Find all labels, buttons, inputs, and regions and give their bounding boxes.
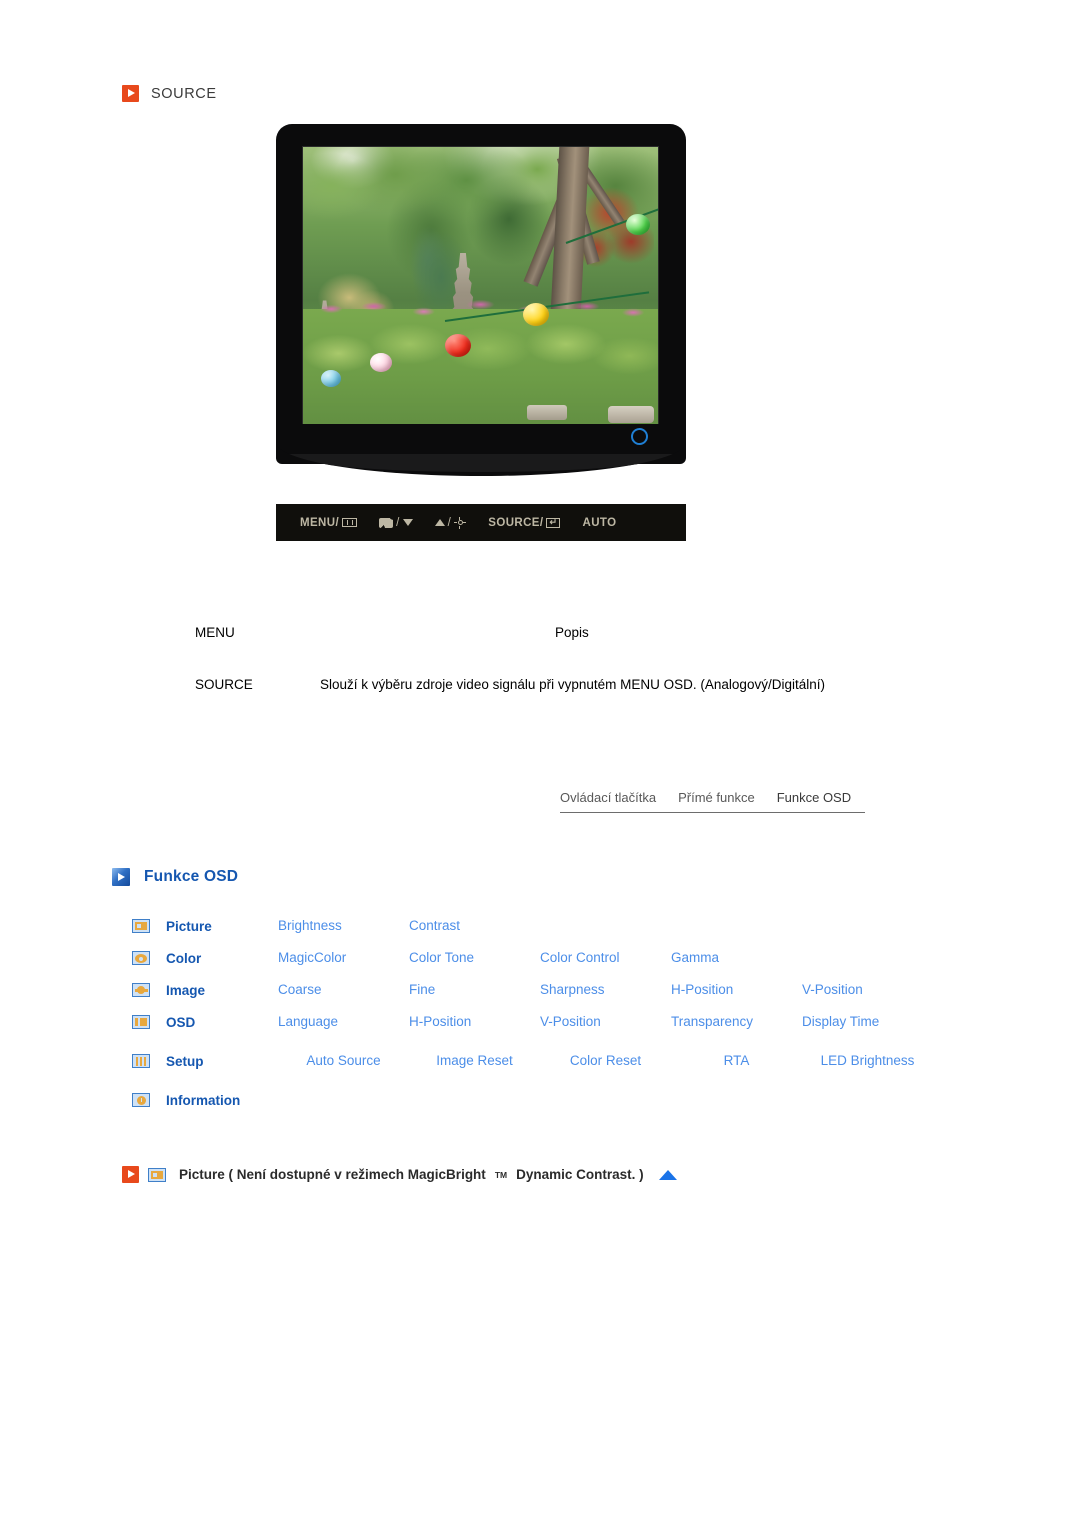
osd-icon [132,1015,150,1029]
scene-stone [608,406,655,424]
menu-button[interactable]: MENU/ [300,516,358,529]
osd-category-color[interactable]: Color [166,951,278,966]
monitor-screen [302,146,659,427]
play-square-icon [122,85,139,102]
table-header-row: MENU Popis [195,625,845,661]
setup-icon [132,1054,150,1068]
brightness-sun-icon [454,516,467,529]
osd-item-rta[interactable]: RTA [671,1053,802,1070]
arrow-up-icon [434,519,445,526]
osd-menu-map: Picture Brightness Contrast Color MagicC… [132,910,962,1116]
tab-prime-funkce[interactable]: Přímé funkce [678,790,755,805]
funkce-osd-title: Funkce OSD [144,868,239,885]
play-square-blue-icon [112,868,130,886]
column-header-menu: MENU [195,625,235,640]
table-row: SOURCE Slouží k výběru zdroje video sign… [195,675,845,695]
scene-lantern [445,333,471,357]
note-superscript: TM [494,1169,508,1180]
source-enter-button[interactable]: SOURCE/ [488,516,561,529]
osd-row-image: Image Coarse Fine Sharpness H-Position V… [132,974,962,1006]
osd-item-transparency[interactable]: Transparency [671,1014,802,1031]
monitor-chin [276,424,686,476]
auto-button[interactable]: AUTO [582,517,616,529]
osd-item-v-position[interactable]: V-Position [540,1014,671,1031]
menu-button-label: MENU/ [300,516,340,529]
osd-item-magiccolor[interactable]: MagicColor [278,950,409,967]
enter-icon [546,517,561,528]
arrow-up-blue-icon[interactable] [658,1169,677,1180]
separator: / [396,516,400,529]
image-icon [132,983,150,997]
scene-lantern [626,213,651,235]
page-title: SOURCE [151,85,217,102]
picture-icon [132,919,150,933]
tab-ovladaci-tlacitka[interactable]: Ovládací tlačítka [560,790,656,805]
brightness-up-button[interactable]: / [434,516,467,529]
osd-row-setup: Setup Auto Source Image Reset Color Rese… [132,1038,962,1084]
osd-item-color-reset[interactable]: Color Reset [540,1053,671,1070]
play-square-icon [122,1166,139,1183]
osd-item-v-position[interactable]: V-Position [802,982,933,999]
osd-row-color: Color MagicColor Color Tone Color Contro… [132,942,962,974]
osd-item-coarse[interactable]: Coarse [278,982,409,999]
osd-category-picture[interactable]: Picture [166,919,278,934]
color-icon [132,951,150,965]
source-button-label: SOURCE/ [488,516,544,529]
osd-category-setup[interactable]: Setup [166,1054,278,1069]
note-text-after: Dynamic Contrast. ) [516,1167,644,1182]
source-section-header: SOURCE [122,85,217,102]
osd-item-display-time[interactable]: Display Time [802,1014,933,1031]
osd-item-color-tone[interactable]: Color Tone [409,950,540,967]
osd-item-contrast[interactable]: Contrast [409,918,540,935]
osd-item-h-position[interactable]: H-Position [409,1014,540,1031]
funkce-osd-heading: Funkce OSD [112,868,238,886]
power-led-indicator [631,428,648,445]
osd-row-picture: Picture Brightness Contrast [132,910,962,942]
osd-category-information[interactable]: Information [166,1093,278,1108]
osd-item-image-reset[interactable]: Image Reset [409,1053,540,1070]
note-text-before: Picture ( Není dostupné v režimech Magic… [179,1167,486,1182]
osd-item-language[interactable]: Language [278,1014,409,1031]
information-icon [132,1093,150,1107]
magicbright-down-button[interactable]: / [379,517,413,529]
scene-flowers [303,286,658,332]
picture-availability-note: Picture ( Není dostupné v režimech Magic… [122,1166,677,1183]
menu-grid-icon [342,518,358,527]
column-header-popis: Popis [555,625,589,640]
osd-item-gamma[interactable]: Gamma [671,950,802,967]
arrow-down-icon [402,519,413,526]
osd-row-information: Information [132,1084,962,1116]
osd-row-osd: OSD Language H-Position V-Position Trans… [132,1006,962,1038]
osd-item-brightness[interactable]: Brightness [278,918,409,935]
osd-item-auto-source[interactable]: Auto Source [278,1053,409,1070]
separator: / [447,516,452,529]
osd-item-color-control[interactable]: Color Control [540,950,671,967]
scene-stone [526,405,567,421]
section-tab-bar: Ovládací tlačítka Přímé funkce Funkce OS… [560,790,865,813]
monitor-illustration [276,124,686,544]
monitor-control-button-bar: MENU/ / / SOURCE/ AUTO [276,504,686,541]
magicbright-icon [379,517,394,528]
scene-lantern [320,370,341,388]
menu-description-table: MENU Popis SOURCE Slouží k výběru zdroje… [195,625,845,695]
osd-category-osd[interactable]: OSD [166,1015,278,1030]
table-cell-popis: Slouží k výběru zdroje video signálu při… [320,677,825,692]
tab-funkce-osd[interactable]: Funkce OSD [777,790,851,805]
osd-item-fine[interactable]: Fine [409,982,540,999]
auto-button-label: AUTO [582,516,617,529]
osd-item-led-brightness[interactable]: LED Brightness [802,1053,933,1070]
osd-category-image[interactable]: Image [166,983,278,998]
osd-item-sharpness[interactable]: Sharpness [540,982,671,999]
picture-icon [148,1167,166,1182]
table-cell-menu: SOURCE [195,677,253,693]
osd-item-h-position[interactable]: H-Position [671,982,802,999]
